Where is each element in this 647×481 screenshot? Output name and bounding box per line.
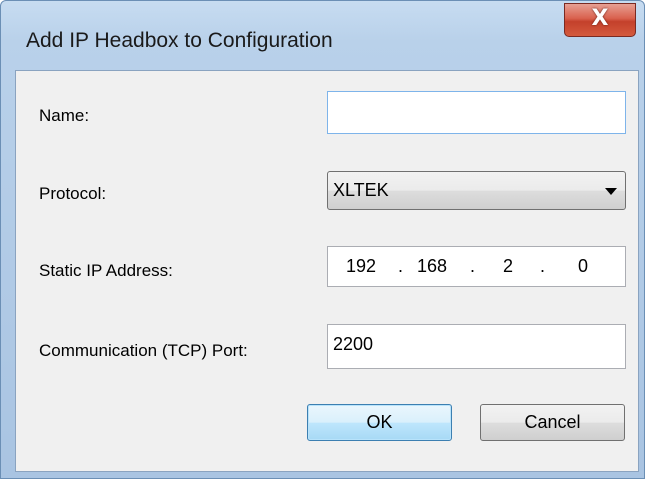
ok-button[interactable]: OK xyxy=(307,404,452,441)
ip-octet-2[interactable]: 168 xyxy=(412,256,452,277)
name-label: Name: xyxy=(39,106,90,125)
close-button[interactable]: X xyxy=(564,3,636,37)
dialog-window: Add IP Headbox to Configuration X Name: … xyxy=(0,0,645,479)
ip-separator-1: . xyxy=(398,256,404,276)
protocol-dropdown[interactable]: XLTEK xyxy=(327,171,626,210)
static-ip-label: Static IP Address: xyxy=(39,261,173,280)
dialog-client-area: Name: Protocol: XLTEK Static IP Address:… xyxy=(15,70,639,472)
port-value: 2200 xyxy=(333,334,374,354)
close-icon: X xyxy=(591,6,609,31)
ip-octet-1[interactable]: 192 xyxy=(341,256,381,277)
ip-separator-3: . xyxy=(540,256,546,276)
ip-address-field[interactable]: 192 . 168 . 2 . 0 xyxy=(327,246,626,287)
ip-octet-3[interactable]: 2 xyxy=(488,256,528,277)
protocol-label: Protocol: xyxy=(39,184,107,203)
port-input[interactable]: 2200 xyxy=(327,324,626,369)
port-label: Communication (TCP) Port: xyxy=(39,341,248,360)
cancel-button[interactable]: Cancel xyxy=(480,404,625,441)
ip-separator-2: . xyxy=(470,256,476,276)
protocol-selected-value: XLTEK xyxy=(333,180,389,200)
title-bar[interactable]: Add IP Headbox to Configuration X xyxy=(1,1,644,79)
chevron-down-icon[interactable] xyxy=(605,188,617,195)
name-input[interactable] xyxy=(327,91,626,134)
window-title: Add IP Headbox to Configuration xyxy=(26,29,333,52)
ip-octet-4[interactable]: 0 xyxy=(563,256,603,277)
